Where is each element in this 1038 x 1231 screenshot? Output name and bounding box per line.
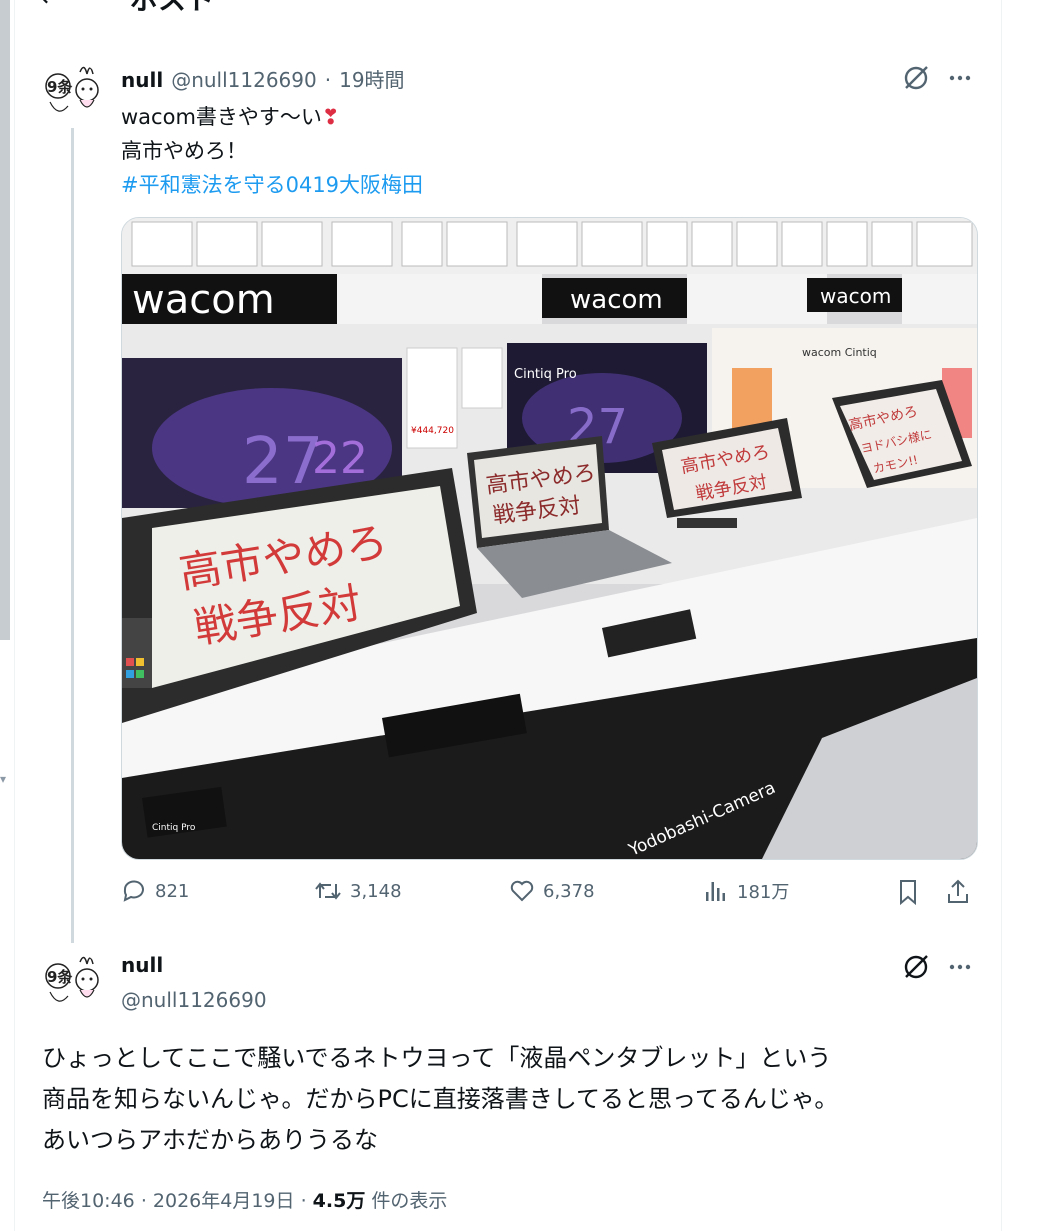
reply-button[interactable]: 821: [121, 878, 189, 904]
wacom-cintiq-label: wacom Cintiq: [802, 346, 877, 359]
cintiq-label: Cintiq Pro: [514, 367, 577, 382]
retweet-icon: [315, 882, 341, 900]
tweet-line-1: wacom書きやす〜い: [121, 105, 322, 129]
avatar[interactable]: 9条: [40, 62, 104, 126]
box-label: Cintiq Pro: [152, 823, 196, 833]
tweet-line-2: 商品を知らないんじゃ。だからPCに直接落書きしてると思ってるんじゃ。: [42, 1085, 839, 1113]
tweet-text: wacom書きやす〜い❣ 高市やめろ！ #平和憲法を守る0419大阪梅田: [121, 100, 423, 202]
tweet-line-1: ひょっとしてここで騒いでるネトウヨって「液晶ペンタブレット」という: [42, 1044, 832, 1072]
tweet-date[interactable]: 2026年4月19日: [153, 1190, 295, 1212]
column-border-right: [1001, 0, 1002, 1231]
bookmark-button[interactable]: [895, 878, 921, 906]
scrollbar[interactable]: [0, 0, 10, 640]
tweet-action-bar: 821 3,148 6,378 181万: [121, 878, 976, 914]
tweet-image[interactable]: wacom wacom wacom 27 22 ¥444,720 Cintiq …: [121, 217, 978, 860]
svg-text:9条: 9条: [47, 78, 73, 96]
like-button[interactable]: 6,378: [509, 878, 595, 904]
page-title: ポスト: [130, 0, 214, 18]
heart-exclamation-icon: ❣: [321, 105, 340, 129]
author-handle[interactable]: @null1126690: [171, 68, 317, 92]
more-icon[interactable]: [944, 62, 976, 94]
retweet-count: 3,148: [350, 880, 402, 902]
avatar[interactable]: 9条: [40, 952, 104, 1016]
svg-text:22: 22: [312, 433, 368, 484]
more-icon[interactable]: [944, 951, 976, 983]
tweet-text: ひょっとしてここで騒いでるネトウヨって「液晶ペンタブレット」という 商品を知らな…: [42, 1038, 992, 1161]
reply-icon: [123, 880, 144, 902]
tweet-time[interactable]: 午後10:46: [42, 1190, 135, 1212]
tweet-line-2: 高市やめろ！: [121, 139, 247, 163]
views-count: 181万: [737, 882, 790, 903]
column-border-left: [14, 0, 15, 1231]
hashtag-link[interactable]: #平和憲法を守る0419大阪梅田: [121, 168, 423, 202]
share-button[interactable]: [945, 878, 971, 906]
retweet-button[interactable]: 3,148: [314, 878, 402, 904]
price-tag: ¥444,720: [411, 426, 454, 436]
separator: ·: [140, 1190, 147, 1212]
wacom-logo: wacom: [570, 285, 663, 315]
heart-icon: [510, 880, 534, 902]
page-header: ← ポスト: [40, 0, 214, 18]
grok-icon[interactable]: [900, 951, 932, 983]
analytics-icon: [706, 882, 725, 901]
scroll-arrow-icon[interactable]: ▾: [0, 772, 6, 786]
separator: ·: [324, 68, 332, 92]
views-button[interactable]: 181万: [703, 878, 789, 904]
bookmark-icon: [900, 880, 916, 906]
grok-icon[interactable]: [900, 62, 932, 94]
tweet-time[interactable]: 19時間: [339, 64, 404, 93]
views-count: 4.5万: [312, 1190, 366, 1212]
arrow-left-icon[interactable]: ←: [40, 0, 80, 13]
reply-count: 821: [155, 880, 190, 902]
views-label: 件の表示: [371, 1190, 448, 1212]
separator: ·: [300, 1190, 307, 1212]
post-page: ▾ ← ポスト 9条 null @null1126690 · 19時間: [0, 0, 1038, 1231]
thread-line: [71, 128, 74, 943]
author-handle[interactable]: @null1126690: [121, 988, 267, 1012]
svg-text:9条: 9条: [47, 968, 73, 986]
author-name[interactable]: null: [121, 953, 163, 977]
author-name[interactable]: null: [121, 68, 163, 92]
wacom-logo: wacom: [132, 277, 275, 323]
share-icon: [948, 879, 968, 903]
tweet-author-row: null @null1126690 · 19時間: [121, 64, 405, 93]
like-count: 6,378: [543, 880, 595, 902]
wacom-logo: wacom: [820, 284, 891, 308]
tweet-meta: 午後10:46 · 2026年4月19日 · 4.5万 件の表示: [42, 1186, 447, 1213]
tweet-line-3: あいつらアホだからありうるな: [42, 1126, 378, 1154]
